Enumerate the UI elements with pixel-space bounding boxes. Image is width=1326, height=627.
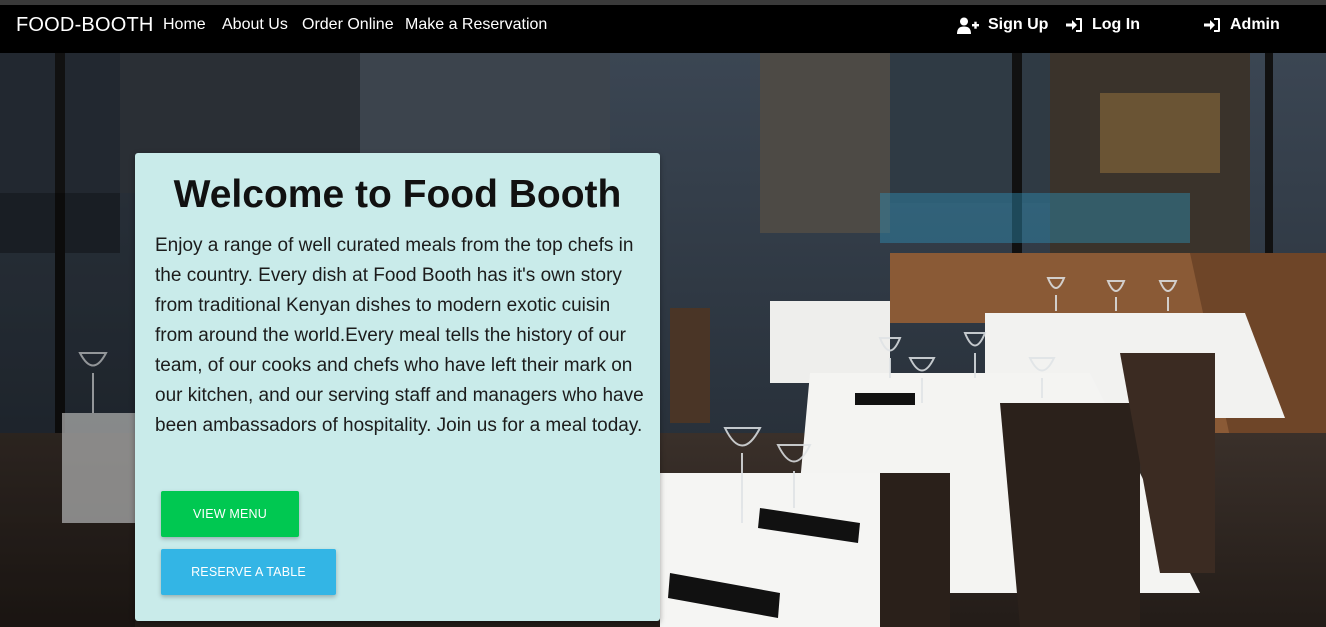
nav-link-order-online[interactable]: Order Online bbox=[302, 16, 394, 34]
brand-logo[interactable]: FOOD-BOOTH bbox=[16, 14, 154, 37]
admin-label: Admin bbox=[1230, 16, 1280, 33]
welcome-title: Welcome to Food Booth bbox=[173, 173, 622, 216]
log-in-label: Log In bbox=[1092, 16, 1140, 33]
user-plus-icon bbox=[957, 17, 979, 34]
view-menu-button[interactable]: VIEW MENU bbox=[161, 491, 299, 537]
sign-in-icon bbox=[1066, 17, 1083, 33]
nav-link-about-us[interactable]: About Us bbox=[222, 16, 288, 34]
admin-link[interactable]: Admin bbox=[1204, 16, 1280, 34]
reserve-table-button[interactable]: RESERVE A TABLE bbox=[161, 549, 336, 595]
nav-link-home[interactable]: Home bbox=[163, 16, 206, 34]
welcome-card: Welcome to Food Booth Enjoy a range of w… bbox=[135, 153, 660, 621]
log-in-link[interactable]: Log In bbox=[1066, 16, 1140, 34]
sign-up-link[interactable]: Sign Up bbox=[957, 16, 1048, 34]
sign-up-label: Sign Up bbox=[988, 16, 1049, 33]
welcome-description: Enjoy a range of well curated meals from… bbox=[155, 235, 644, 436]
nav-link-make-reservation[interactable]: Make a Reservation bbox=[405, 16, 547, 34]
hero-section: Welcome to Food Booth Enjoy a range of w… bbox=[0, 53, 1326, 627]
navbar: FOOD-BOOTH Home About Us Order Online Ma… bbox=[0, 5, 1326, 53]
sign-in-icon bbox=[1204, 17, 1221, 33]
